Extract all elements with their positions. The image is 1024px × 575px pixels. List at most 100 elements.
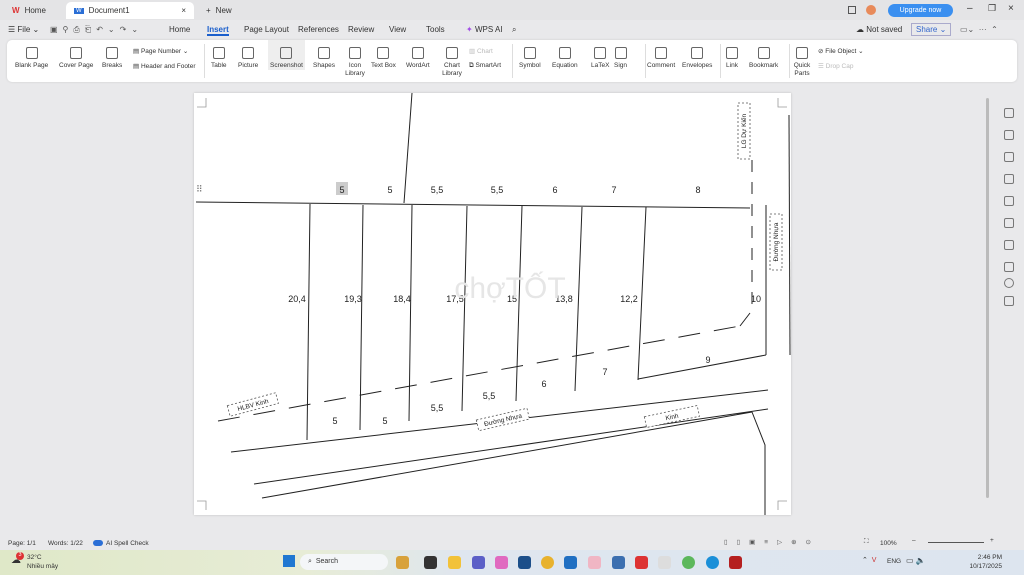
file-object-button[interactable]: ⊘ File Object ⌄: [818, 47, 864, 55]
share-button[interactable]: Share ⌄: [911, 23, 951, 36]
side-tool-2[interactable]: [1004, 130, 1014, 140]
close-tab-icon[interactable]: ×: [181, 6, 186, 15]
language-indicator[interactable]: ENG: [887, 558, 901, 565]
word-count[interactable]: Words: 1/22: [48, 540, 83, 547]
window-icon[interactable]: [848, 6, 856, 14]
blank-page-button[interactable]: Blank Page: [15, 40, 48, 70]
help-icon[interactable]: [1004, 278, 1014, 288]
start-button[interactable]: [283, 555, 295, 567]
symbol-button[interactable]: Symbol: [519, 40, 541, 70]
table-button[interactable]: Table: [211, 40, 227, 70]
teams-icon[interactable]: [472, 556, 485, 569]
temperature: 32°C: [27, 554, 42, 561]
side-tool-7[interactable]: [1004, 240, 1014, 250]
taskbar-app-icon[interactable]: [396, 556, 409, 569]
side-tool-6[interactable]: [1004, 218, 1014, 228]
tab-document[interactable]: WDocument1×: [66, 2, 194, 19]
search-box[interactable]: ⌕ Search: [300, 554, 388, 570]
smartart-button[interactable]: ⧉ SmartArt: [469, 62, 501, 70]
code-icon[interactable]: [1004, 174, 1014, 184]
fit-icon[interactable]: ⛶: [864, 538, 869, 546]
screenshot-button[interactable]: Screenshot: [268, 40, 305, 70]
maximize-button[interactable]: ❐: [988, 3, 996, 14]
chart-library-button[interactable]: Chart Library: [441, 40, 463, 78]
top-widths-label: 5,5: [431, 185, 444, 195]
document-page[interactable]: 555,55,567820,419,318,417,51513,812,2105…: [194, 93, 791, 515]
icon-library-button[interactable]: Icon Library: [344, 40, 366, 78]
scrollbar[interactable]: [986, 86, 992, 536]
side-tool-1[interactable]: [1004, 108, 1014, 118]
quick-parts-icon: [796, 47, 808, 59]
envelopes-button[interactable]: Envelopes: [682, 40, 712, 70]
top-widths-label: 7: [611, 185, 616, 195]
calculator-icon[interactable]: [612, 556, 625, 569]
view-mode-buttons[interactable]: ▯▯▣≡▷⊕⊙: [724, 538, 820, 546]
settings-icon[interactable]: [1004, 196, 1014, 206]
new-tab-button[interactable]: +New: [198, 2, 240, 19]
cover-page-button[interactable]: Cover Page: [59, 40, 93, 70]
menu-insert[interactable]: Insert: [207, 25, 229, 36]
spell-check-toggle[interactable]: [93, 540, 103, 546]
taskbar-app-icon[interactable]: [682, 556, 695, 569]
plot-bottom-line: [638, 355, 766, 379]
zoom-level[interactable]: 100%: [880, 540, 897, 547]
chrome-icon[interactable]: [541, 556, 554, 569]
outlook-icon[interactable]: [564, 556, 577, 569]
search-icon[interactable]: ⌕: [512, 25, 516, 35]
file-menu[interactable]: ☰ File ⌄: [8, 25, 39, 34]
side-tool-10[interactable]: [1004, 296, 1014, 306]
more-options[interactable]: ▭⌄ ··· ⌃: [960, 25, 998, 34]
latex-button[interactable]: LaTeX: [591, 40, 609, 70]
store-icon[interactable]: [518, 556, 531, 569]
menu-view[interactable]: View: [389, 25, 406, 34]
quick-access-toolbar[interactable]: ▣⚲⎙⎗↶⌄↷⌄: [50, 25, 143, 35]
text-box-button[interactable]: Text Box: [371, 40, 396, 70]
clock-time[interactable]: 2:46 PM: [966, 554, 1002, 561]
picture-button[interactable]: Picture: [238, 40, 258, 70]
wps-taskbar-icon[interactable]: [635, 556, 648, 569]
tab-home[interactable]: WHome: [4, 2, 64, 19]
zoom-out-button[interactable]: –: [912, 537, 916, 544]
minimize-button[interactable]: –: [967, 3, 973, 14]
menu-home[interactable]: Home: [169, 25, 190, 34]
bookmark-button[interactable]: Bookmark: [749, 40, 778, 70]
clock-date[interactable]: 10/17/2025: [966, 563, 1002, 570]
taskbar-app-icon[interactable]: [658, 556, 671, 569]
active-app-icon[interactable]: [588, 556, 601, 569]
breaks-button[interactable]: Breaks: [102, 40, 122, 70]
side-tool-8[interactable]: [1004, 262, 1014, 272]
zoom-slider[interactable]: [928, 542, 984, 543]
link-button[interactable]: Link: [726, 40, 738, 70]
taskbar-app-icon[interactable]: [424, 556, 437, 569]
wordart-button[interactable]: WordArt: [406, 40, 430, 70]
sign-button[interactable]: Sign: [614, 40, 627, 70]
label: Breaks: [102, 62, 122, 70]
zoom-in-button[interactable]: +: [990, 537, 994, 544]
side-tool-3[interactable]: [1004, 152, 1014, 162]
shapes-button[interactable]: Shapes: [313, 40, 335, 70]
top-widths-label: 6: [552, 185, 557, 195]
menu-tools[interactable]: Tools: [426, 25, 445, 34]
page-number-button[interactable]: ▤ Page Number ⌄: [133, 47, 188, 55]
menu-review[interactable]: Review: [348, 25, 374, 34]
upper-vertical-line: [404, 93, 412, 203]
road2-label: Đường Nhựa: [773, 222, 780, 261]
file-explorer-icon[interactable]: [448, 556, 461, 569]
menu-page-layout[interactable]: Page Layout: [244, 25, 289, 34]
edge-icon[interactable]: [706, 556, 719, 569]
copilot-icon[interactable]: [495, 556, 508, 569]
equation-button[interactable]: Equation: [552, 40, 578, 70]
header-footer-button[interactable]: ▤ Header and Footer: [133, 62, 196, 70]
tray-icons[interactable]: ⌃ V: [862, 556, 876, 564]
quick-parts-button[interactable]: Quick Parts: [791, 40, 813, 78]
menu-wps-ai[interactable]: ✦ WPS AI: [466, 25, 503, 34]
upgrade-button[interactable]: Upgrade now: [888, 4, 953, 17]
drag-handle[interactable]: ⠿: [196, 184, 203, 195]
label: Symbol: [519, 62, 541, 70]
menu-references[interactable]: References: [298, 25, 339, 34]
network-volume-icons[interactable]: ▭ 🔈: [906, 556, 926, 565]
pdf-icon[interactable]: [729, 556, 742, 569]
comment-button[interactable]: Comment: [647, 40, 675, 70]
avatar[interactable]: [866, 5, 876, 15]
close-window-button[interactable]: ×: [1008, 3, 1014, 14]
